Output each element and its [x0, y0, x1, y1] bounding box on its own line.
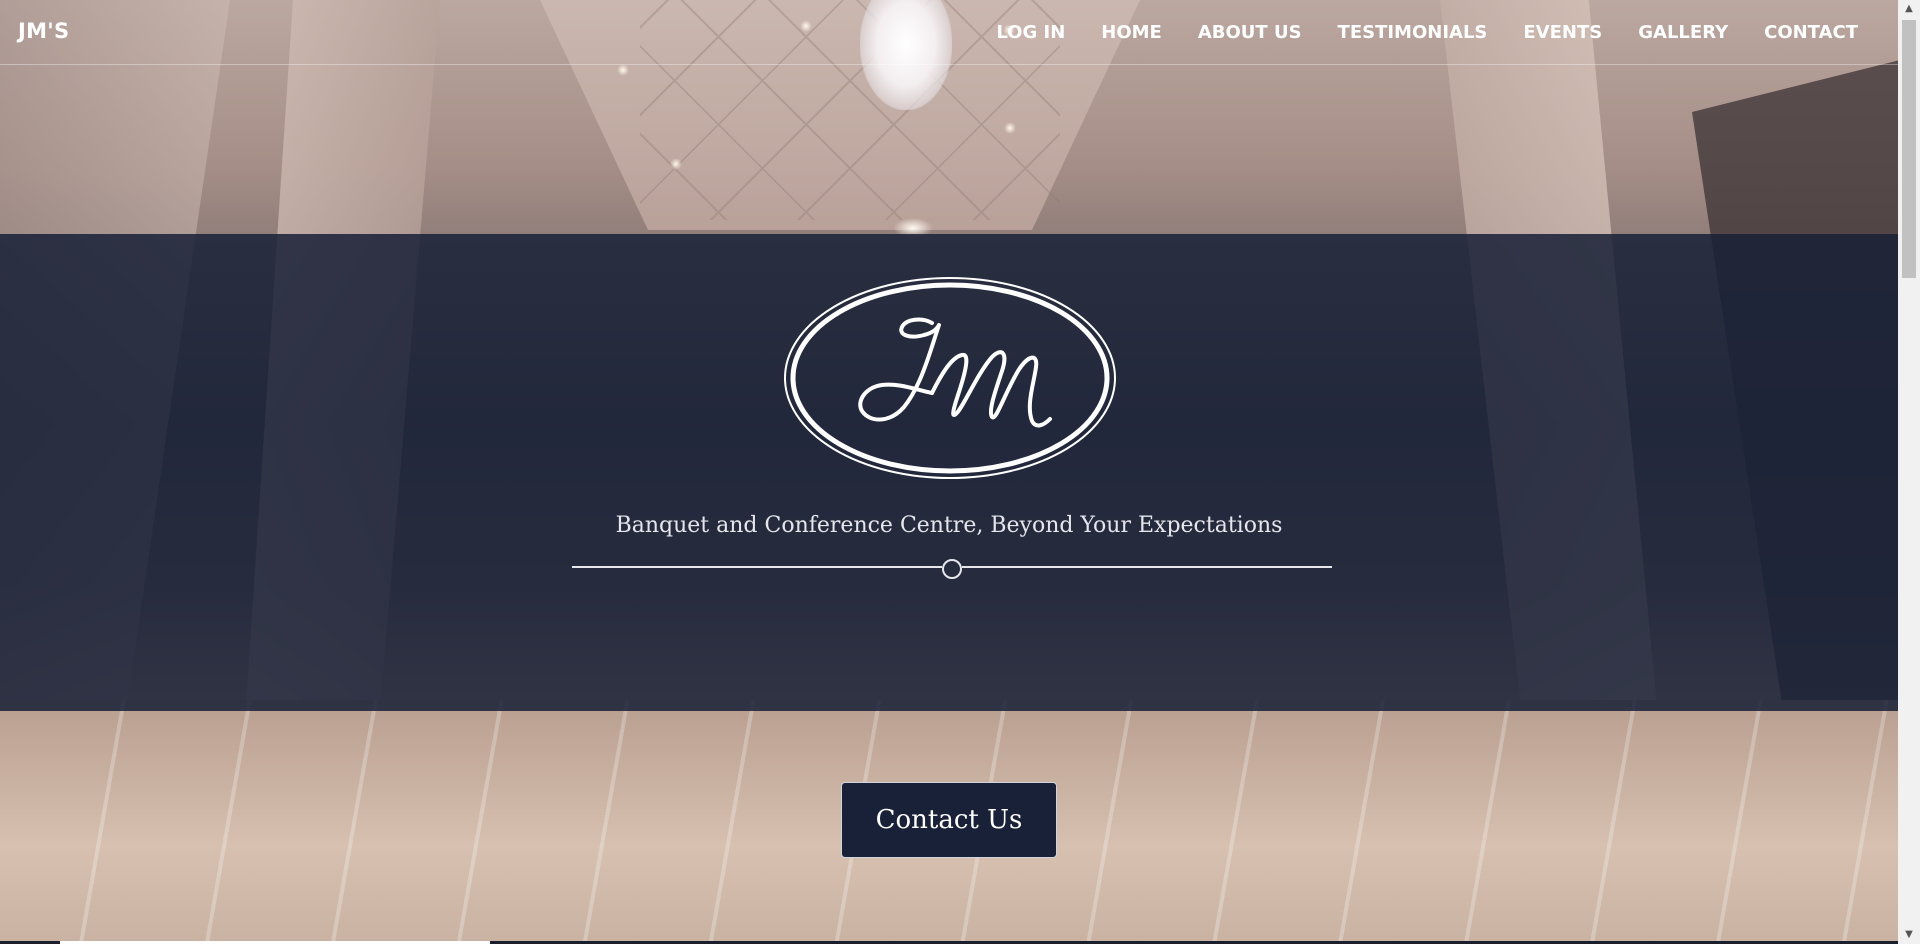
top-navbar: JM'S LOG IN HOME ABOUT US TESTIMONIALS E…: [0, 0, 1898, 65]
tagline-divider: [572, 559, 1332, 579]
contact-us-button[interactable]: Contact Us: [841, 782, 1057, 858]
scroll-up-arrow-icon[interactable]: ▲: [1898, 0, 1920, 18]
jm-monogram-logo: [784, 277, 1116, 479]
hero-tagline: Banquet and Conference Centre, Beyond Yo…: [615, 513, 1283, 538]
scroll-down-arrow-icon[interactable]: ▼: [1898, 926, 1920, 944]
ceiling-spotlight: [1004, 122, 1016, 134]
vertical-scrollbar[interactable]: ▲ ▼: [1898, 0, 1920, 944]
nav-link-gallery[interactable]: GALLERY: [1620, 22, 1746, 43]
nav-link-contact[interactable]: CONTACT: [1746, 22, 1858, 43]
nav-menu: LOG IN HOME ABOUT US TESTIMONIALS EVENTS…: [978, 22, 1858, 43]
ceiling-spotlight: [617, 64, 629, 76]
nav-link-log-in[interactable]: LOG IN: [978, 22, 1083, 43]
ceiling-spotlight: [670, 158, 682, 170]
brand-logo-text[interactable]: JM'S: [18, 19, 69, 43]
nav-link-home[interactable]: HOME: [1083, 22, 1180, 43]
nav-link-testimonials[interactable]: TESTIMONIALS: [1320, 22, 1506, 43]
scrollbar-thumb[interactable]: [1902, 20, 1916, 278]
nav-link-events[interactable]: EVENTS: [1505, 22, 1620, 43]
nav-link-about-us[interactable]: ABOUT US: [1180, 22, 1320, 43]
